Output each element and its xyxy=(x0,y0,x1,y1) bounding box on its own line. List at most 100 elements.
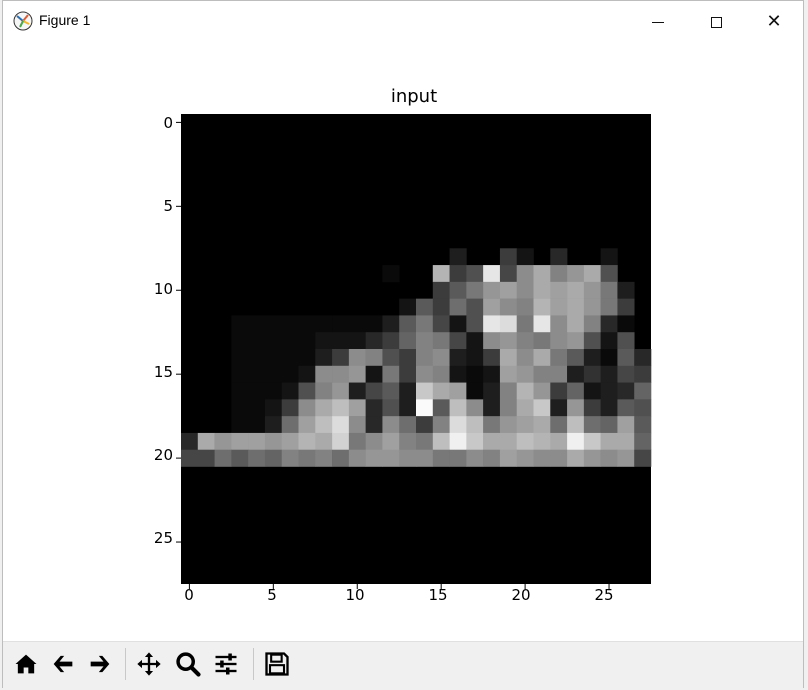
heatmap-pixel xyxy=(533,349,551,367)
heatmap-pixel xyxy=(332,332,350,350)
back-button[interactable] xyxy=(46,646,80,682)
heatmap-pixel xyxy=(264,399,283,417)
heatmap-pixel xyxy=(248,416,266,434)
heatmap-pixel xyxy=(516,365,534,383)
heatmap-pixel xyxy=(298,332,316,350)
heatmap-pixel xyxy=(516,281,534,299)
heatmap-pixel xyxy=(365,349,383,367)
heatmap-pixel xyxy=(298,315,316,333)
heatmap-pixel xyxy=(516,248,534,266)
heatmap-pixel xyxy=(483,382,501,400)
heatmap-pixel xyxy=(449,399,467,417)
heatmap-pixel xyxy=(499,281,518,299)
ytick-label: 25 xyxy=(153,529,173,547)
heatmap-pixel xyxy=(550,315,568,333)
heatmap-pixel xyxy=(332,416,350,434)
forward-arrow-icon xyxy=(90,655,110,673)
heatmap-pixel xyxy=(533,365,551,383)
heatmap-pixel xyxy=(399,449,417,467)
forward-button[interactable] xyxy=(83,646,117,682)
zoom-button[interactable] xyxy=(171,646,205,682)
heatmap-pixel xyxy=(567,449,585,467)
heatmap-pixel xyxy=(449,432,467,451)
heatmap-pixel xyxy=(348,432,366,451)
heatmap-pixel xyxy=(382,449,400,467)
heatmap-pixel xyxy=(348,349,366,367)
heatmap-pixel xyxy=(399,416,417,434)
heatmap-pixel xyxy=(197,449,215,467)
heatmap-pixel xyxy=(533,399,551,417)
zoom-icon xyxy=(176,652,201,677)
heatmap-pixel xyxy=(516,265,534,283)
xtick-label: 15 xyxy=(428,586,448,604)
heatmap-pixel xyxy=(399,349,417,367)
pan-icon xyxy=(137,652,161,676)
xtick-label: 5 xyxy=(267,586,277,604)
heatmap-pixel xyxy=(365,332,383,350)
heatmap-pixel xyxy=(449,449,467,467)
toolbar-separator xyxy=(253,648,254,680)
heatmap-pixel xyxy=(281,349,299,367)
heatmap-pixel xyxy=(298,365,316,383)
heatmap-pixel xyxy=(634,399,652,417)
heatmap-pixel xyxy=(483,298,501,316)
heatmap-pixel xyxy=(483,332,501,350)
heatmap-pixel xyxy=(432,432,450,451)
configure-subplots-button[interactable] xyxy=(209,646,243,682)
heatmap-pixel xyxy=(298,432,316,451)
heatmap-pixel xyxy=(550,281,568,299)
heatmap-pixel xyxy=(214,449,232,467)
heatmap-pixel xyxy=(533,332,551,350)
heatmap-pixel xyxy=(449,365,467,383)
heatmap-pixel xyxy=(516,399,534,417)
heatmap-pixel xyxy=(298,382,316,400)
heatmap-pixel xyxy=(281,332,299,350)
ytick-label: 10 xyxy=(153,280,173,298)
heatmap-pixel xyxy=(382,432,400,451)
save-button[interactable] xyxy=(260,646,294,682)
home-button[interactable] xyxy=(9,646,43,682)
minimize-icon xyxy=(652,21,664,23)
heatmap-pixel xyxy=(583,449,601,467)
heatmap-pixel xyxy=(432,399,450,417)
heatmap-pixel xyxy=(617,432,635,451)
heatmap-pixel xyxy=(567,349,585,367)
heatmap-pixel xyxy=(466,365,484,383)
save-icon xyxy=(265,652,289,676)
heatmap-pixel xyxy=(466,265,484,283)
heatmap-pixel xyxy=(634,449,652,467)
close-button[interactable]: ✕ xyxy=(745,1,803,43)
heatmap-pixel xyxy=(634,416,652,434)
heatmap-pixel xyxy=(315,332,333,350)
heatmap-pixel xyxy=(499,315,518,333)
heatmap-pixel xyxy=(499,382,518,400)
heatmap-pixel xyxy=(550,265,568,283)
heatmap-pixel xyxy=(483,416,501,434)
heatmap-pixel xyxy=(567,315,585,333)
heatmap-pixel xyxy=(332,449,350,467)
pan-button[interactable] xyxy=(132,646,166,682)
heatmap-pixel xyxy=(332,349,350,367)
heatmap-pixel xyxy=(231,315,249,333)
heatmap-pixel xyxy=(231,399,249,417)
figure-canvas[interactable]: input 0 5 10 15 20 25 0 5 10 15 20 25 xyxy=(3,43,803,641)
heatmap-pixel xyxy=(516,449,534,467)
ytick-label: 15 xyxy=(153,363,173,381)
heatmap-pixel xyxy=(365,382,383,400)
heatmap-pixel xyxy=(483,365,501,383)
heatmap-pixel xyxy=(382,399,400,417)
heatmap-pixel xyxy=(466,416,484,434)
heatmap-pixel xyxy=(617,382,635,400)
maximize-button[interactable] xyxy=(687,1,745,43)
heatmap-pixel xyxy=(483,449,501,467)
heatmap-pixel xyxy=(231,416,249,434)
heatmap-pixel xyxy=(617,416,635,434)
heatmap-pixel xyxy=(583,332,601,350)
heatmap-pixel xyxy=(466,449,484,467)
heatmap-pixel xyxy=(298,449,316,467)
heatmap-pixel xyxy=(449,315,467,333)
heatmap-pixel xyxy=(399,365,417,383)
ytick-label: 0 xyxy=(163,114,173,132)
minimize-button[interactable] xyxy=(629,1,687,43)
xtick-label: 20 xyxy=(511,586,531,604)
